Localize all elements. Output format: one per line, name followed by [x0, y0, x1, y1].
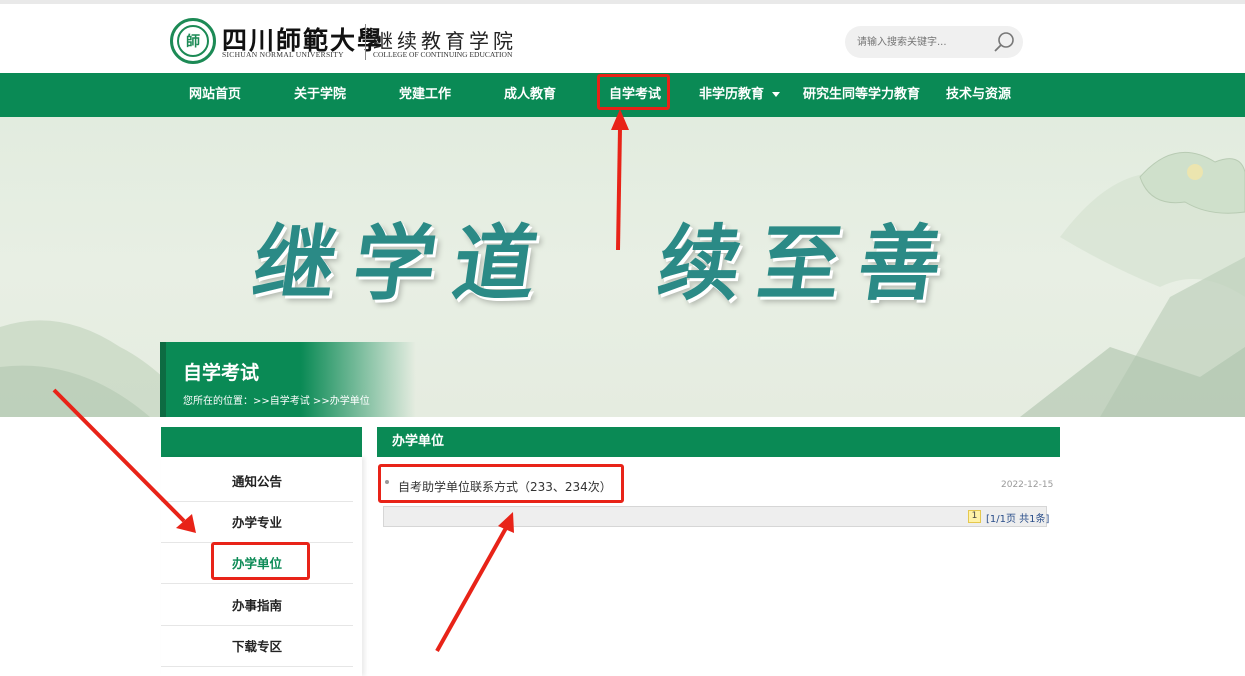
- calligraphy-left: 继学道: [247, 216, 561, 312]
- pagination-bar: [383, 506, 1047, 527]
- title-accent-bar: [160, 342, 166, 417]
- pagination-info: [1/1页 共1条]: [986, 514, 1050, 525]
- annotation-box-list: [378, 464, 624, 503]
- college-name-en: COLLEGE OF CONTINUING EDUCATION: [373, 50, 513, 59]
- sidebar-item-guide[interactable]: 办事指南: [161, 585, 353, 626]
- annotation-box-nav: [597, 74, 670, 110]
- annotation-box-sidebar: [211, 542, 310, 580]
- nav-item-tech-resources[interactable]: 技术与资源: [946, 73, 1011, 117]
- breadcrumb-path[interactable]: >>自学考试 >>办学单位: [253, 396, 370, 407]
- breadcrumb-prefix: 您所在的位置：: [183, 396, 253, 407]
- calligraphy-right: 续至善: [652, 216, 966, 312]
- chevron-down-icon: [772, 92, 781, 97]
- university-seal-logo[interactable]: 師: [170, 18, 216, 64]
- site-header: 師 四川師範大學 SICHUAN NORMAL UNIVERSITY 继续教育学…: [0, 4, 1245, 73]
- content-title: 办学单位: [392, 434, 445, 449]
- content-header: [377, 427, 1060, 457]
- page-number-current[interactable]: 1: [968, 510, 981, 523]
- sidebar-header: [161, 427, 362, 457]
- search-box: [845, 26, 1023, 58]
- sidebar-item-majors[interactable]: 办学专业: [161, 502, 353, 543]
- nav-item-party[interactable]: 党建工作: [399, 73, 451, 117]
- seal-inner: 師: [177, 25, 209, 57]
- nav-item-non-degree[interactable]: 非学历教育: [699, 73, 781, 117]
- list-item-date: 2022-12-15: [1001, 480, 1054, 490]
- nav-item-graduate[interactable]: 研究生同等学力教育: [803, 73, 920, 117]
- nav-item-adult-education[interactable]: 成人教育: [504, 73, 556, 117]
- university-name-en: SICHUAN NORMAL UNIVERSITY: [222, 50, 344, 59]
- arrow-to-list: [435, 512, 514, 652]
- section-title: 自学考试: [183, 362, 260, 384]
- nav-item-home[interactable]: 网站首页: [189, 73, 241, 117]
- search-input[interactable]: [857, 34, 987, 50]
- breadcrumb: 您所在的位置：>>自学考试 >>办学单位: [183, 392, 370, 407]
- search-icon[interactable]: [992, 30, 1016, 54]
- nav-item-about[interactable]: 关于学院: [294, 73, 346, 117]
- sidebar-item-downloads[interactable]: 下载专区: [161, 626, 353, 667]
- sidebar-item-notices[interactable]: 通知公告: [161, 461, 353, 502]
- logo-divider: [365, 24, 366, 60]
